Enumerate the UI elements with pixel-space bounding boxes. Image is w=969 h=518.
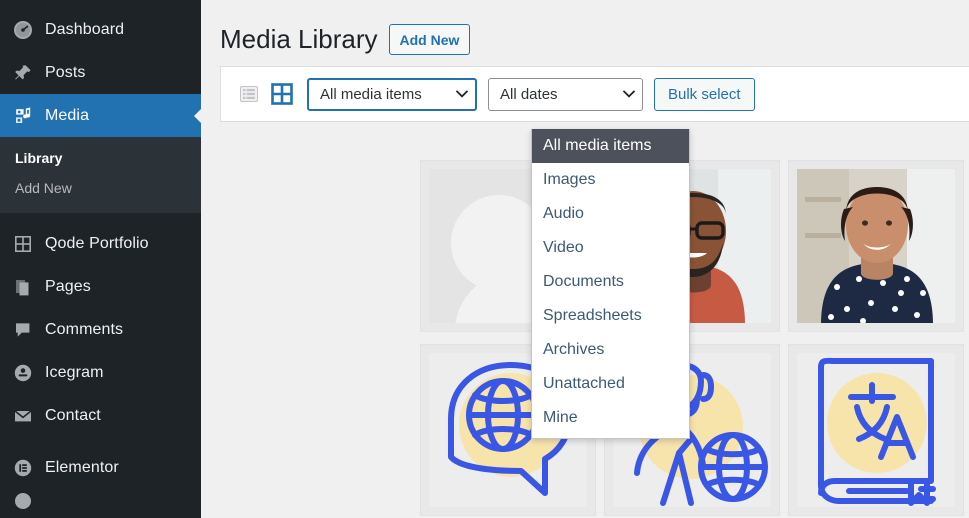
media-type-filter-value: All media items (320, 85, 422, 103)
pages-icon (13, 277, 43, 297)
portrait-woman-polka-dot-image (797, 169, 955, 323)
media-submenu: Library Add New (0, 137, 201, 213)
bulk-select-button[interactable]: Bulk select (654, 77, 755, 111)
elementor-icon (13, 458, 43, 478)
dropdown-option-audio[interactable]: Audio (532, 197, 689, 231)
dropdown-option-all-media-items[interactable]: All media items (532, 129, 689, 163)
sidebar-item-label: Elementor (45, 458, 119, 476)
envelope-icon (13, 406, 43, 426)
media-tile-illustration-book[interactable] (788, 344, 964, 516)
list-view-icon[interactable] (235, 81, 262, 108)
media-thumb (797, 169, 955, 323)
dashboard-icon (13, 20, 43, 40)
grid-icon (13, 234, 43, 254)
sidebar-top-spacer (0, 0, 201, 8)
sidebar-item-posts[interactable]: Posts (0, 51, 201, 94)
submenu-item-library[interactable]: Library (0, 143, 201, 173)
sidebar-item-label: Qode Portfolio (45, 234, 149, 252)
page-header: Media Library Add New (201, 0, 969, 66)
date-filter[interactable]: All dates (488, 77, 643, 111)
media-tile-portrait-2[interactable] (788, 160, 964, 332)
sidebar-separator-2 (0, 437, 201, 446)
media-toolbar: All media items All dates Bulk select (220, 66, 969, 122)
sidebar-item-contact[interactable]: Contact (0, 394, 201, 437)
dropdown-option-video[interactable]: Video (532, 231, 689, 265)
pin-icon (13, 63, 43, 83)
media-icon (13, 106, 43, 126)
sidebar-item-label: Contact (45, 406, 101, 424)
user-circle-icon (13, 363, 43, 383)
sidebar-item-partial[interactable] (0, 489, 201, 509)
sidebar-item-icegram[interactable]: Icegram (0, 351, 201, 394)
illustration-translation-book (797, 353, 955, 507)
partial-icon (13, 489, 43, 509)
submenu-item-add-new[interactable]: Add New (0, 173, 201, 203)
comment-icon (13, 320, 43, 340)
dropdown-option-spreadsheets[interactable]: Spreadsheets (532, 299, 689, 333)
page-title: Media Library (220, 23, 378, 54)
main-content: Media Library Add New All media items Al… (201, 0, 969, 518)
sidebar-item-label: Posts (45, 63, 86, 81)
media-grid (420, 160, 969, 518)
sidebar-item-pages[interactable]: Pages (0, 265, 201, 308)
sidebar-item-label: Icegram (45, 363, 104, 381)
sidebar-item-elementor[interactable]: Elementor (0, 446, 201, 489)
date-filter-value: All dates (500, 85, 558, 103)
add-new-button[interactable]: Add New (388, 24, 471, 55)
dropdown-option-images[interactable]: Images (532, 163, 689, 197)
admin-sidebar: Dashboard Posts Media Library Add New Qo… (0, 0, 201, 518)
sidebar-item-label: Pages (45, 277, 91, 295)
sidebar-item-qode-portfolio[interactable]: Qode Portfolio (0, 222, 201, 265)
media-type-dropdown-list[interactable]: All media items Images Audio Video Docum… (531, 129, 690, 439)
sidebar-item-dashboard[interactable]: Dashboard (0, 8, 201, 51)
dropdown-option-unattached[interactable]: Unattached (532, 367, 689, 401)
chevron-down-icon (456, 90, 468, 100)
grid-view-icon[interactable] (268, 81, 295, 108)
sidebar-item-media[interactable]: Media (0, 94, 201, 137)
sidebar-item-label: Media (45, 106, 90, 124)
media-library-page: Dashboard Posts Media Library Add New Qo… (0, 0, 969, 518)
sidebar-item-label: Comments (45, 320, 124, 338)
sidebar-item-label: Dashboard (45, 20, 125, 38)
dropdown-option-mine[interactable]: Mine (532, 401, 689, 435)
chevron-down-icon (623, 90, 635, 100)
sidebar-separator (0, 213, 201, 222)
sidebar-item-comments[interactable]: Comments (0, 308, 201, 351)
media-thumb (797, 353, 955, 507)
dropdown-option-documents[interactable]: Documents (532, 265, 689, 299)
media-type-filter[interactable]: All media items (307, 77, 477, 111)
dropdown-option-archives[interactable]: Archives (532, 333, 689, 367)
